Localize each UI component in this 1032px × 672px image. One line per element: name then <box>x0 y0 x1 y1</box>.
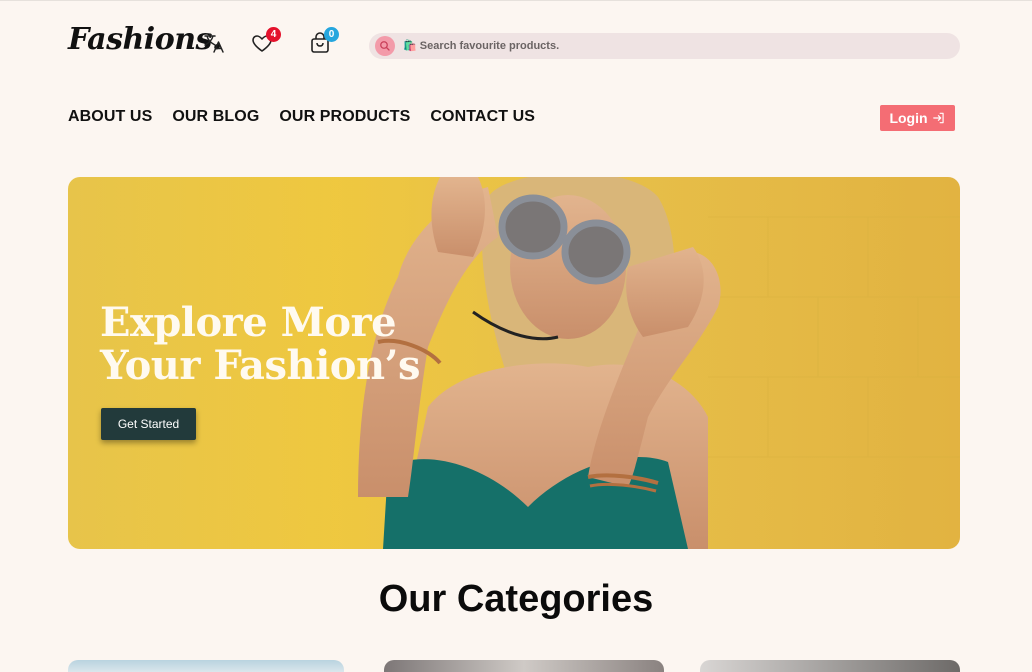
categories-title: Our Categories <box>378 578 654 620</box>
nav-about-us[interactable]: ABOUT US <box>68 108 152 126</box>
search-input[interactable] <box>401 39 925 53</box>
search-icon[interactable] <box>375 36 395 56</box>
hero-title-line-1: Explore More <box>100 299 397 346</box>
cart-count-badge: 0 <box>324 27 339 42</box>
get-started-button[interactable]: Get Started <box>101 408 196 440</box>
hero-banner: Explore More Your Fashion’s Get Started <box>68 177 960 549</box>
top-divider <box>0 0 1032 1</box>
nav-contact-us[interactable]: CONTACT US <box>430 108 535 126</box>
login-label: Login <box>889 110 928 126</box>
translate-icon[interactable] <box>201 30 227 56</box>
nav-our-products[interactable]: OUR PRODUCTS <box>279 108 410 126</box>
category-card[interactable] <box>384 660 664 672</box>
category-card[interactable] <box>700 660 960 672</box>
wishlist-count-badge: 4 <box>266 27 281 42</box>
login-arrow-icon <box>932 112 944 124</box>
login-button[interactable]: Login <box>880 105 955 131</box>
nav-our-blog[interactable]: OUR BLOG <box>172 108 259 126</box>
hero-title-line-2: Your Fashion’s <box>100 342 420 389</box>
logo[interactable]: Fashions. <box>68 22 222 57</box>
search-bar <box>369 33 960 59</box>
category-card[interactable] <box>68 660 344 672</box>
hero-title: Explore More Your Fashion’s <box>100 301 420 387</box>
cart-button[interactable]: 0 <box>307 27 339 56</box>
wishlist-button[interactable]: 4 <box>249 27 281 56</box>
main-nav: ABOUT US OUR BLOG OUR PRODUCTS CONTACT U… <box>68 108 555 126</box>
